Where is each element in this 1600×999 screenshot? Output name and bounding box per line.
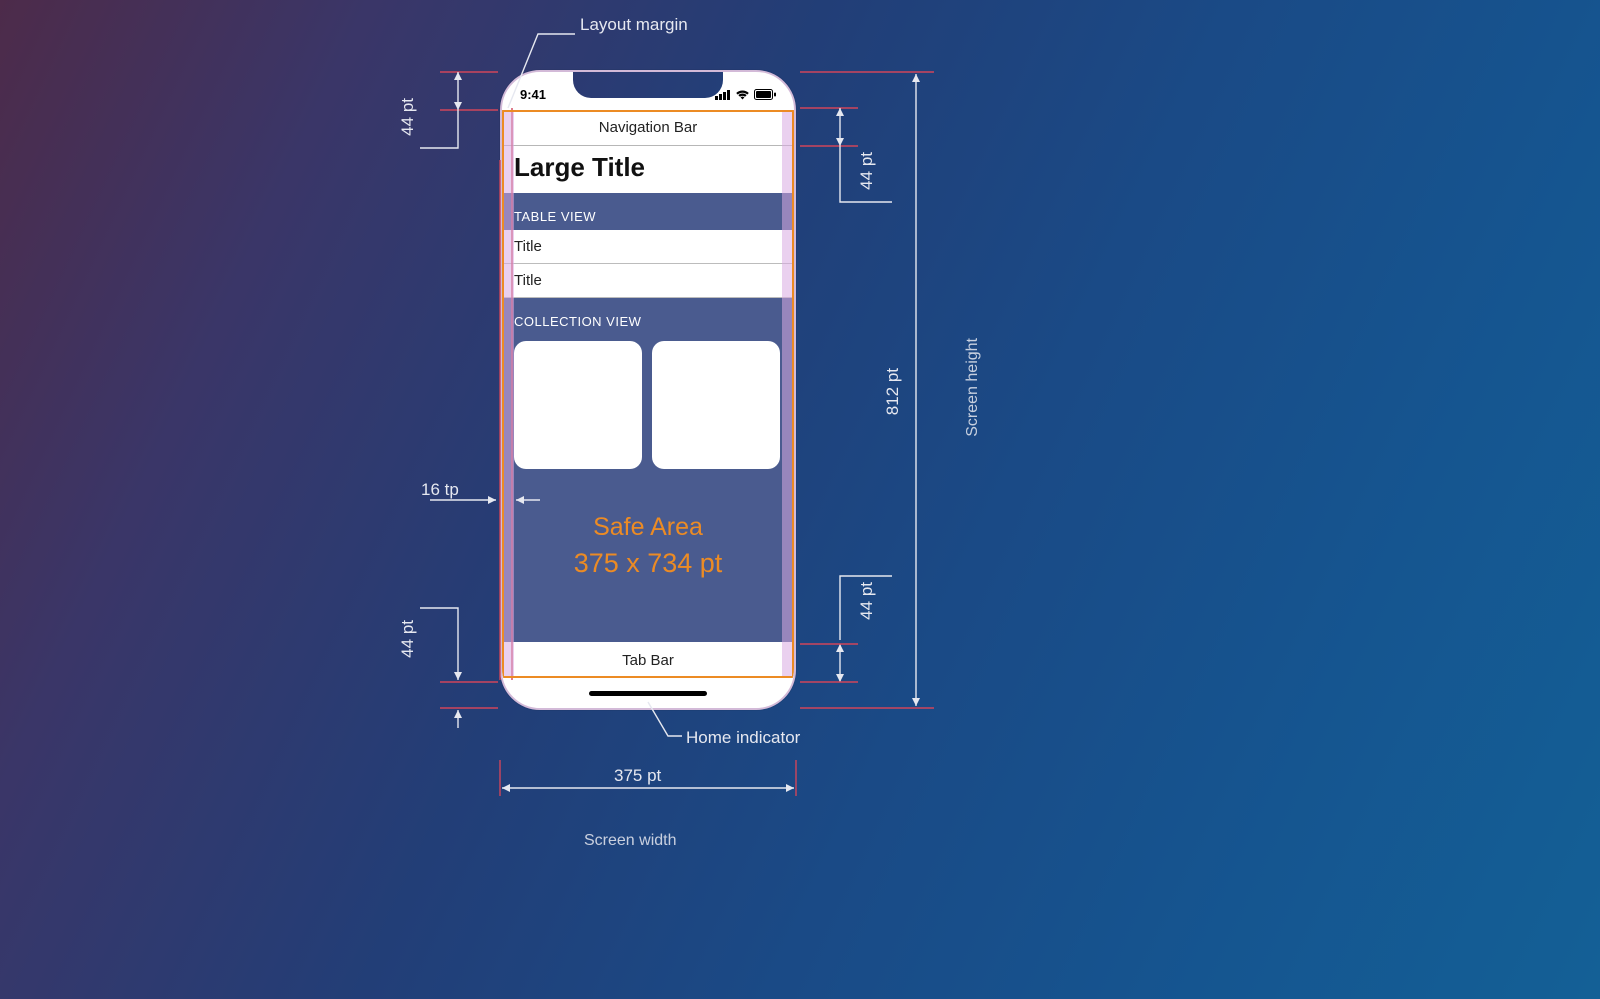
status-bar: 9:41 xyxy=(502,72,794,110)
label-screen-width: Screen width xyxy=(584,832,677,850)
layout-margin-right xyxy=(782,110,794,678)
collection-view xyxy=(502,335,794,469)
table-header: TABLE VIEW xyxy=(502,193,794,230)
table-row[interactable]: Title xyxy=(502,264,794,298)
safe-area-content: Navigation Bar Large Title TABLE VIEW Ti… xyxy=(502,110,794,678)
label-status-height: 44 pt xyxy=(398,98,418,136)
collection-card[interactable] xyxy=(652,341,780,469)
safe-area-label: Safe Area 375 x 734 pt xyxy=(502,469,794,581)
tab-bar[interactable]: Tab Bar xyxy=(502,642,794,678)
phone-frame: 9:41 Navigation Bar Large Title TABLE VI… xyxy=(500,70,796,710)
safe-area-dims: 375 x 734 pt xyxy=(502,545,794,581)
large-title: Large Title xyxy=(502,146,794,193)
safe-area-title: Safe Area xyxy=(502,511,794,545)
collection-card[interactable] xyxy=(514,341,642,469)
dim-left-margin xyxy=(430,490,540,510)
dim-height xyxy=(800,70,940,712)
table-row[interactable]: Title xyxy=(502,230,794,264)
status-time: 9:41 xyxy=(520,87,546,102)
status-indicators xyxy=(715,89,776,100)
dim-home-ind-height xyxy=(420,600,500,730)
label-home-ind-height: 44 pt xyxy=(398,620,418,658)
battery-icon xyxy=(754,89,776,100)
wifi-icon xyxy=(735,89,750,100)
cellular-icon xyxy=(715,89,731,100)
tabbar-title: Tab Bar xyxy=(622,652,674,669)
leader-home-indicator xyxy=(640,700,720,740)
layout-margin-left xyxy=(502,110,514,678)
label-screen-height: Screen height xyxy=(964,338,982,437)
dim-status-height xyxy=(420,70,500,150)
navbar-title: Navigation Bar xyxy=(599,119,697,136)
home-indicator-icon[interactable] xyxy=(589,691,707,696)
collection-header: COLLECTION VIEW xyxy=(502,298,794,335)
dim-width xyxy=(498,760,800,800)
